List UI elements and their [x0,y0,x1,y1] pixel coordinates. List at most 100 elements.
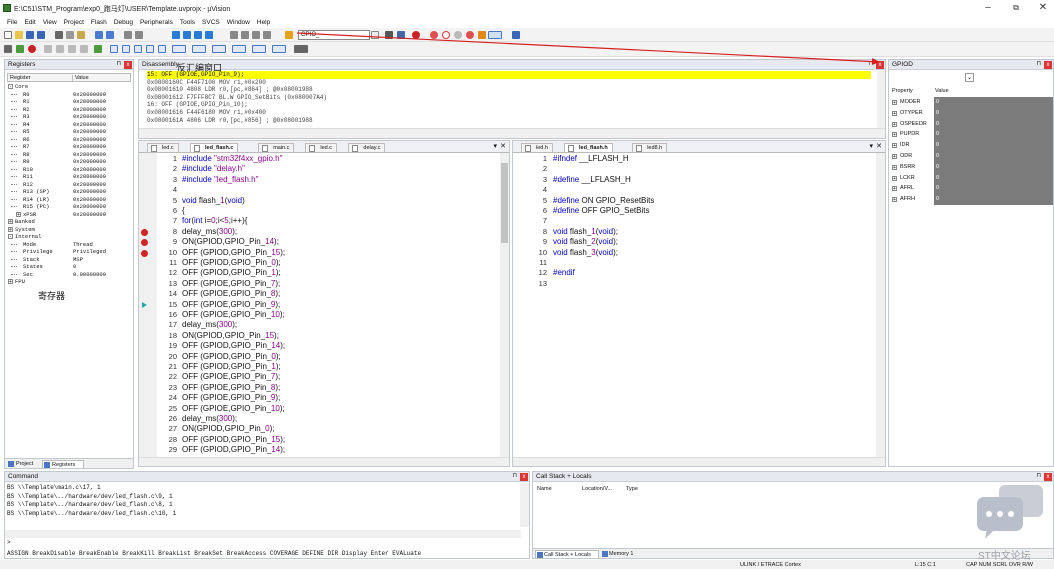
code-line[interactable]: 3 #define __LFLASH_H [513,175,873,185]
menu-tools[interactable]: Tools [180,17,195,28]
gpiod-property-row[interactable]: + OSPEEDR 0 [891,118,1053,130]
insert-breakpoint-icon[interactable] [430,31,438,39]
code-line[interactable]: 1 #ifndef __LFLASH_H [513,154,873,164]
close-icon[interactable]: x [520,473,528,481]
close-icon[interactable]: x [876,61,884,69]
close-icon[interactable]: x [1044,473,1052,481]
close-icon[interactable]: x [124,61,132,69]
code-line[interactable]: 10 OFF (GPIOD,GPIO_Pin_15); [139,248,499,258]
editor-left-vertical-scrollbar[interactable] [500,153,509,458]
save-all-icon[interactable] [37,31,45,39]
code-line[interactable]: 26 delay_ms(300); [139,414,499,424]
register-row[interactable]: - Internal [7,233,131,241]
command-input[interactable]: > [7,539,527,548]
code-line[interactable]: 4 [139,185,499,195]
incremental-find-icon[interactable] [397,31,405,39]
expand-icon[interactable]: + [892,154,897,160]
system-viewer-icon[interactable] [272,45,286,53]
disassembly-vertical-scrollbar[interactable] [877,71,885,128]
gpiod-property-value[interactable]: 0 [934,161,1053,173]
code-line[interactable]: 19 OFF (GPIOD,GPIO_Pin_14); [139,341,499,351]
step-into-icon[interactable] [44,45,52,53]
pin-icon[interactable]: ⊓ [116,60,121,67]
tab-led-c[interactable]: led.c [147,143,179,152]
gpiod-property-value[interactable]: 0 [934,183,1053,195]
pin-icon[interactable]: ⊓ [1036,472,1041,479]
menu-svcs[interactable]: SVCS [202,17,220,28]
minimize-button[interactable]: – [973,1,1003,15]
pin-icon[interactable]: ⊓ [512,472,517,479]
paste-icon[interactable] [77,31,85,39]
register-row[interactable]: + System [7,226,131,234]
disassembly-line[interactable]: 0x08001612 F7FFF8C7 BL.W GPIO_SetBits (0… [147,94,871,102]
code-line[interactable]: 24 OFF (GPIOE,GPIO_Pin_9); [139,393,499,403]
kill-all-breakpoints-icon[interactable] [466,31,474,39]
open-folder-icon[interactable] [15,31,23,39]
code-line[interactable]: 7 for(int i=0;i<5;i++){ [139,216,499,226]
menu-debug[interactable]: Debug [114,17,133,28]
code-line[interactable]: 14 OFF (GPIOE,GPIO_Pin_8); [139,289,499,299]
gpiod-property-row[interactable]: + BSRR 0 [891,161,1053,173]
code-line[interactable]: 12 #endif [513,268,873,278]
disassembly-line[interactable]: 0x08001610 4808 LDR r0,[pc,#864] ; @0x08… [147,86,871,94]
editor-left-horizontal-scrollbar[interactable] [139,457,509,466]
tab-led_flash-c[interactable]: led_flash.c [190,143,239,152]
code-line[interactable]: 29 OFF (GPIOD,GPIO_Pin_14); [139,445,499,455]
code-line[interactable]: 22 OFF (GPIOE,GPIO_Pin_7); [139,372,499,382]
comment-icon[interactable] [252,31,260,39]
code-line[interactable]: 9 void flash_2(void); [513,237,873,247]
command-window-icon[interactable] [110,45,118,53]
pin-icon[interactable]: ⊓ [1036,60,1041,67]
code-line[interactable]: 12 OFF (GPIOD,GPIO_Pin_1); [139,268,499,278]
register-row[interactable]: + FPU [7,278,131,286]
gpiod-property-row[interactable]: + AFRL 0 [891,183,1053,195]
configure-icon[interactable] [478,31,486,39]
stop-icon[interactable] [28,45,36,53]
code-line[interactable]: 23 OFF (GPIOE,GPIO_Pin_8); [139,383,499,393]
watch-window-icon[interactable] [172,45,186,53]
tab-callstack-locals[interactable]: Call Stack + Locals [535,550,599,558]
run-to-cursor-icon[interactable] [80,45,88,53]
expand-icon[interactable]: + [8,219,13,225]
code-line[interactable]: 5 void flash_1(void) [139,196,499,206]
menu-project[interactable]: Project [64,17,84,28]
find-in-files-icon[interactable] [385,31,393,39]
expand-icon[interactable]: + [892,121,897,127]
register-row[interactable]: Privilege Privileged [7,248,131,256]
register-row[interactable]: R3 0x20000000 [7,113,131,121]
menu-peripherals[interactable]: Peripherals [140,17,173,28]
register-row[interactable]: Stack MSP [7,256,131,264]
find-combobox[interactable]: GPIO_ [298,30,370,40]
maximize-button[interactable]: ⧉ [1001,1,1031,15]
analysis-window-icon[interactable] [232,45,246,53]
menu-help[interactable]: Help [257,17,270,28]
register-row[interactable]: Mode Thread [7,241,131,249]
expand-icon[interactable]: + [8,226,13,232]
register-row[interactable]: + xPSR 0x20000000 [7,211,131,219]
show-next-statement-icon[interactable] [94,45,102,53]
code-line[interactable]: 13 [513,279,873,289]
register-row[interactable]: R0 0x20000000 [7,91,131,99]
menu-window[interactable]: Window [227,17,250,28]
tab-led-h[interactable]: led.h [521,143,553,152]
menu-flash[interactable]: Flash [91,17,107,28]
register-row[interactable]: R10 0x20000000 [7,166,131,174]
gpiod-property-value[interactable]: 0 [934,140,1053,151]
tab-project[interactable]: Project [7,460,41,468]
disassembly-line[interactable]: 0x0800160C F44F7100 MOV r1,#0x200 [147,79,871,87]
disassembly-window-icon[interactable] [122,45,130,53]
tab-delay-c[interactable]: delay.c [348,143,386,152]
close-button[interactable]: ✕ [1028,1,1054,15]
register-row[interactable]: + Banked [7,218,131,226]
gpiod-property-value[interactable]: 0 [934,97,1053,108]
gpiod-property-row[interactable]: + ODR 0 [891,151,1053,162]
menu-file[interactable]: File [7,17,17,28]
code-line[interactable]: 9 ON(GPIOD,GPIO_Pin_14); [139,237,499,247]
code-line[interactable]: 3 #include "led_flash.h" [139,175,499,185]
undo-icon[interactable] [95,31,103,39]
expand-icon[interactable]: + [892,110,897,116]
tab-led8-h[interactable]: led8.h [632,143,668,152]
tab-memory-1[interactable]: Memory 1 [601,550,643,558]
code-line[interactable]: 2 [513,164,873,174]
editor-right-vertical-scrollbar[interactable] [876,153,885,458]
